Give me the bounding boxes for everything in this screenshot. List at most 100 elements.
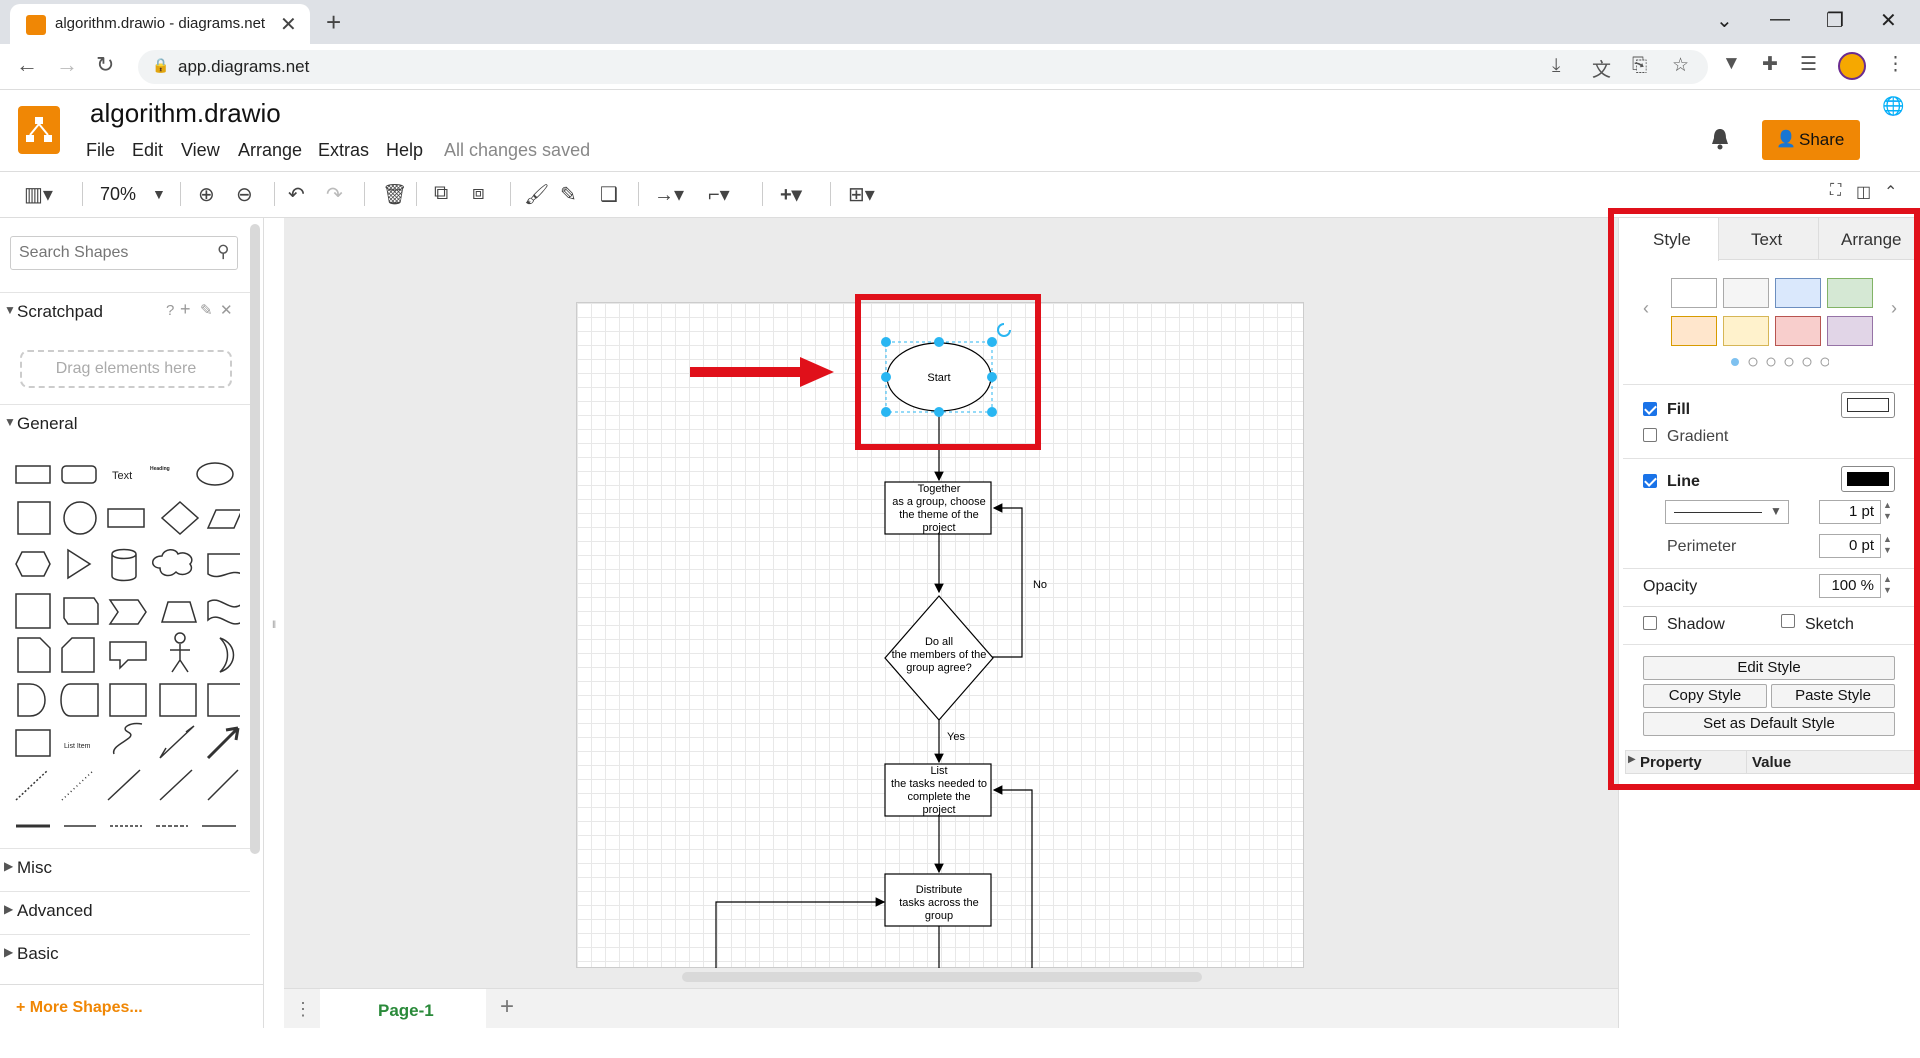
- collapse-icon[interactable]: ⌃: [1884, 182, 1897, 202]
- advanced-section-header[interactable]: ▶ Advanced: [0, 891, 250, 929]
- shape-dotted-line[interactable]: [61, 769, 95, 801]
- reload-icon[interactable]: ↻: [96, 52, 114, 78]
- menu-arrange[interactable]: Arrange: [238, 140, 302, 161]
- scratchpad-drop-zone[interactable]: Drag elements here: [20, 350, 232, 388]
- menu-help[interactable]: Help: [386, 140, 423, 161]
- shape-parallelogram[interactable]: [206, 509, 240, 529]
- shape-card[interactable]: [61, 637, 95, 673]
- more-shapes-button[interactable]: + More Shapes...: [0, 984, 264, 1028]
- reading-list-icon[interactable]: ☰: [1800, 53, 1817, 76]
- shape-curve[interactable]: [113, 722, 143, 755]
- browser-tab[interactable]: algorithm.drawio - diagrams.net ✕: [10, 4, 310, 44]
- notification-bell-icon[interactable]: [1710, 128, 1730, 150]
- shape-internal-storage[interactable]: [15, 593, 51, 629]
- delete-icon[interactable]: 🗑: [382, 182, 407, 207]
- general-section-header[interactable]: ▼ General: [0, 404, 250, 442]
- shape-step[interactable]: [108, 599, 147, 625]
- sidebar-scrollbar[interactable]: [250, 224, 260, 854]
- shape-list-item[interactable]: List Item: [64, 743, 91, 750]
- zoom-level[interactable]: 70%: [100, 184, 136, 205]
- shape-triangle[interactable]: [67, 548, 92, 580]
- menu-view[interactable]: View: [181, 140, 220, 161]
- shape-diamond[interactable]: [160, 500, 200, 536]
- document-title[interactable]: algorithm.drawio: [90, 98, 281, 129]
- zoom-dropdown-icon[interactable]: ▼: [152, 186, 166, 202]
- zoom-in-icon[interactable]: ⊕: [198, 182, 215, 207]
- shape-bidirectional-connector[interactable]: [159, 769, 193, 801]
- search-icon[interactable]: ⚲: [217, 242, 229, 262]
- zoom-out-icon[interactable]: ⊖: [236, 182, 253, 207]
- shape-cube[interactable]: [63, 597, 99, 625]
- shape-vertical-container[interactable]: [207, 683, 240, 717]
- shape-container[interactable]: [109, 683, 147, 717]
- page-tab-1[interactable]: Page-1: [320, 989, 486, 1029]
- shape-line[interactable]: [107, 769, 141, 801]
- shape-process[interactable]: [107, 508, 145, 528]
- shape-tape[interactable]: [207, 599, 240, 625]
- basic-section-header[interactable]: ▶ Basic: [0, 934, 250, 972]
- edge-loop-to-step3[interactable]: [715, 897, 886, 968]
- chrome-menu-icon[interactable]: ⋮: [1886, 53, 1905, 76]
- undo-icon[interactable]: ↶: [288, 182, 305, 207]
- shadow-icon[interactable]: ❑: [600, 182, 618, 207]
- to-back-icon[interactable]: ⧈: [472, 182, 485, 205]
- scratchpad-edit-icon[interactable]: ✎: [200, 301, 213, 319]
- format-panel-toggle-icon[interactable]: ▥▾: [24, 182, 53, 207]
- menu-file[interactable]: File: [86, 140, 115, 161]
- shape-document[interactable]: [207, 553, 240, 578]
- canvas-horizontal-scrollbar[interactable]: [682, 972, 1202, 982]
- shape-data-storage[interactable]: [60, 683, 99, 717]
- scratchpad-close-icon[interactable]: ✕: [220, 301, 233, 319]
- shape-cloud[interactable]: [152, 549, 193, 577]
- shape-or[interactable]: [219, 637, 235, 673]
- add-page-icon[interactable]: +: [500, 993, 514, 1021]
- lock-icon[interactable]: 🔒: [152, 57, 169, 74]
- shape-bidirectional-arrow[interactable]: [159, 725, 195, 759]
- misc-section-header[interactable]: ▶ Misc: [0, 848, 250, 886]
- line-color-icon[interactable]: ✎: [560, 182, 577, 207]
- scratchpad-help-icon[interactable]: ?: [166, 302, 174, 319]
- menu-extras[interactable]: Extras: [318, 140, 369, 161]
- search-input[interactable]: [19, 244, 209, 262]
- share-button[interactable]: 👤 Share: [1762, 120, 1860, 160]
- forward-icon[interactable]: →: [56, 52, 78, 78]
- extensions-puzzle-icon[interactable]: ✚: [1762, 53, 1778, 76]
- fill-color-icon[interactable]: 🖌: [524, 182, 549, 207]
- shape-arrow[interactable]: [206, 726, 240, 760]
- shape-actor[interactable]: [170, 632, 190, 673]
- extension-v-icon[interactable]: ▼: [1722, 53, 1741, 75]
- language-globe-icon[interactable]: 🌐: [1882, 96, 1904, 117]
- shape-dashed-line[interactable]: [15, 769, 49, 801]
- shape-square[interactable]: [17, 501, 51, 535]
- shape-hexagon[interactable]: [15, 551, 51, 577]
- shape-textbox[interactable]: Heading: [150, 466, 170, 472]
- shape-callout[interactable]: [109, 641, 147, 670]
- waypoints-icon[interactable]: ⌐▾: [708, 182, 730, 207]
- search-shapes-field[interactable]: ⚲: [10, 236, 238, 270]
- edge-decision-no[interactable]: [990, 503, 1023, 658]
- tab-search-icon[interactable]: ⌄: [1716, 8, 1733, 33]
- shape-swimlane[interactable]: [159, 683, 197, 717]
- close-window-icon[interactable]: ✕: [1880, 8, 1897, 33]
- table-icon[interactable]: ⊞▾: [848, 182, 875, 207]
- menu-edit[interactable]: Edit: [132, 140, 163, 161]
- sidebar-resize-handle[interactable]: ‖: [272, 620, 276, 631]
- maximize-icon[interactable]: ❐: [1826, 8, 1844, 33]
- shape-delay[interactable]: [17, 683, 46, 717]
- shape-cylinder[interactable]: [111, 548, 137, 582]
- shape-trapezoid[interactable]: [160, 601, 198, 623]
- omnibox[interactable]: 🔒 app.diagrams.net ⤓ 文 ⎘ ☆: [138, 50, 1708, 84]
- shape-text[interactable]: Text: [112, 470, 132, 482]
- close-tab-icon[interactable]: ✕: [280, 12, 297, 37]
- to-front-icon[interactable]: ⧉: [434, 182, 448, 205]
- toggle-format-icon[interactable]: ◫: [1856, 182, 1871, 202]
- bookmark-star-icon[interactable]: ☆: [1672, 54, 1689, 77]
- new-tab-icon[interactable]: +: [326, 7, 341, 38]
- shape-list[interactable]: [15, 729, 51, 757]
- translate-icon[interactable]: 文: [1592, 55, 1611, 82]
- shape-note[interactable]: [17, 637, 51, 673]
- shape-ellipse[interactable]: [196, 462, 234, 486]
- shape-rounded-rectangle[interactable]: [61, 465, 97, 484]
- save-page-icon[interactable]: ⎘: [1632, 55, 1647, 77]
- scratchpad-section-header[interactable]: ▼ Scratchpad ? + ✎ ✕: [0, 292, 250, 330]
